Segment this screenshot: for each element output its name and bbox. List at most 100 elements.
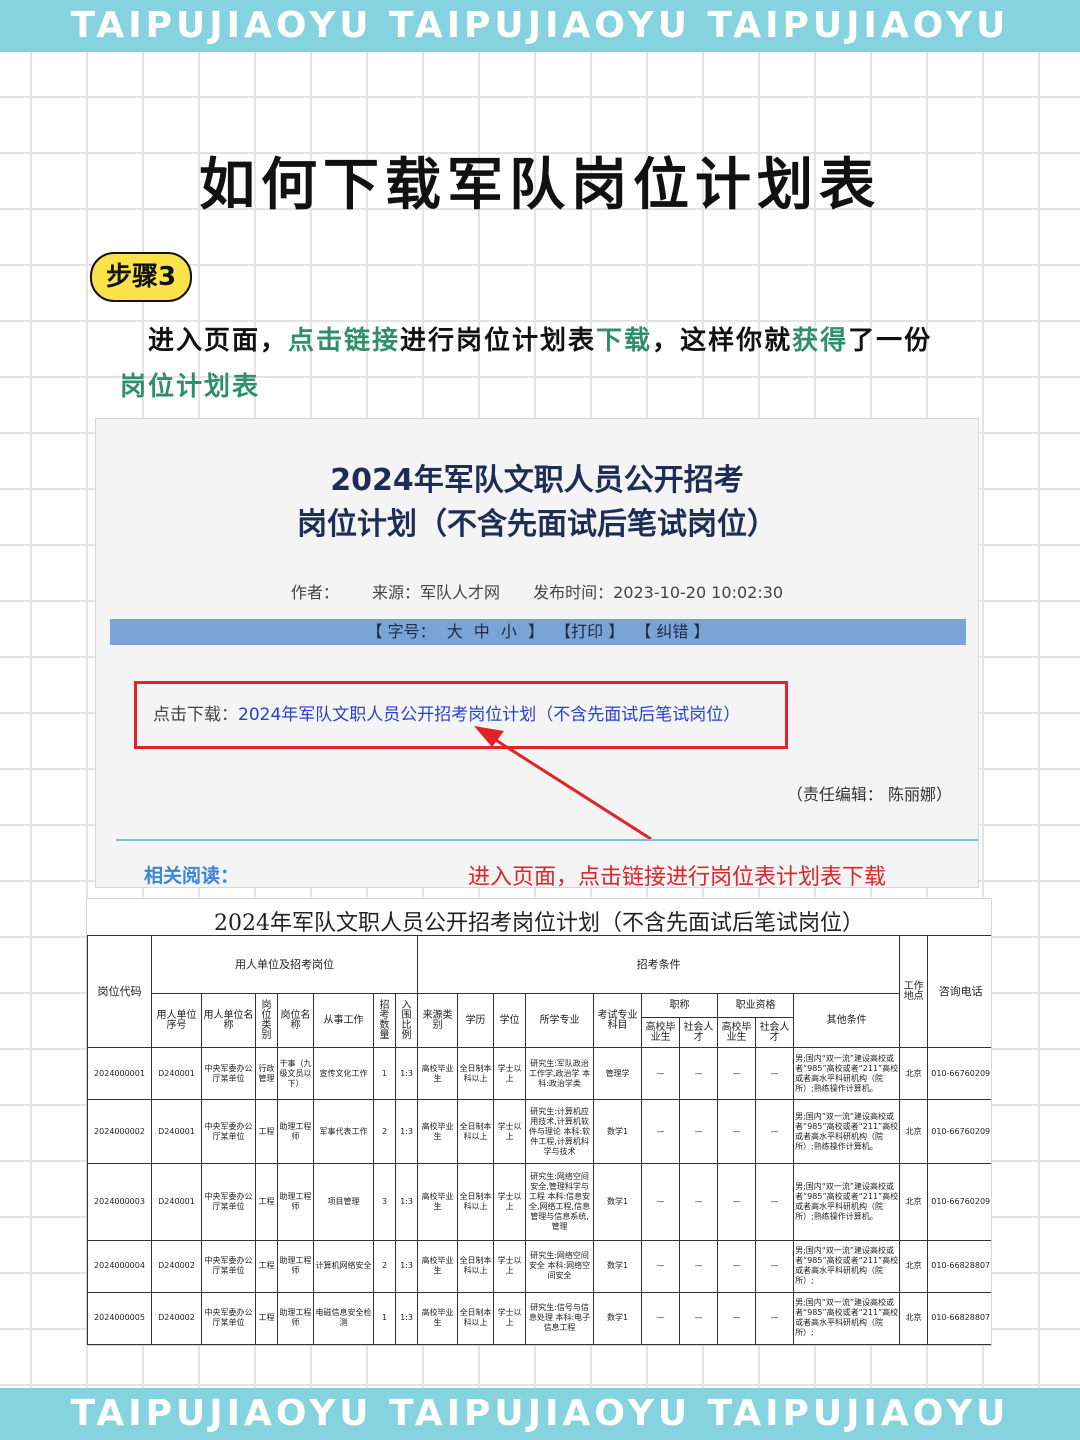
related-reading-label: 相关阅读： [144, 865, 240, 887]
top-banner: TAIPUJIAOYU TAIPUJIAOYU TAIPUJIAOYU [0, 0, 1080, 52]
font-size-label: 【 字号： [366, 622, 436, 641]
th-unit-group: 用人单位及招考岗位 [150, 935, 419, 994]
th-location: 工作地点 [899, 935, 929, 1048]
th-source: 来源类别 [417, 993, 459, 1048]
author-label: 作者： [290, 583, 339, 602]
cell-title-grad: — [641, 1239, 681, 1293]
instruction-text: 进入页面，点击链接进行岗位计划表下载，这样你就获得了一份 岗位计划表 [120, 318, 1000, 410]
th-unit-name: 用人单位名称 [201, 993, 256, 1048]
cell-unit-no: D240001 [151, 1163, 202, 1241]
table-row: 2024000003 D240001 中央军委办公厅某单位 工程 助理工程师 项… [87, 1163, 991, 1241]
cell-edu: 全日制本科以上 [457, 1291, 495, 1345]
cell-degree: 学士以上 [493, 1163, 527, 1241]
cell-ratio: 1:3 [394, 1291, 419, 1345]
article-screenshot: 2024年军队文职人员公开招考 岗位计划（不含先面试后笔试岗位） 作者： 来源：… [95, 418, 979, 890]
cell-count: 2 [373, 1099, 396, 1165]
instruction-part: 了一份 [848, 326, 933, 356]
cell-source: 高校毕业生 [417, 1046, 459, 1101]
cell-title-grad: — [641, 1046, 681, 1101]
cell-qual-social: — [755, 1291, 795, 1345]
cell-phone: 010-66760209 [927, 1163, 991, 1241]
cell-work: 项目管理 [313, 1163, 374, 1241]
cell-degree: 学士以上 [493, 1046, 527, 1101]
th-exam: 考试专业科目 [593, 993, 643, 1048]
cell-qual-grad: — [717, 1239, 757, 1293]
th-post-name: 岗位名称 [277, 993, 314, 1048]
instruction-part: ，这样你就 [652, 326, 793, 356]
cell-code: 2024000002 [87, 1099, 152, 1165]
cell-qual-grad: — [717, 1163, 757, 1241]
cell-source: 高校毕业生 [417, 1099, 459, 1165]
cell-exam: 数学1 [593, 1099, 643, 1165]
cell-unit-name: 中央军委办公厅某单位 [201, 1239, 256, 1293]
table-row: 2024000002 D240001 中央军委办公厅某单位 工程 助理工程师 军… [87, 1099, 991, 1165]
th-unit-no: 用人单位序号 [151, 993, 202, 1048]
instruction-highlight: 岗位计划表 [120, 372, 261, 402]
cell-source: 高校毕业生 [417, 1163, 459, 1241]
divider [116, 839, 978, 841]
cell-degree: 学士以上 [493, 1239, 527, 1293]
cell-phone: 010-66760209 [927, 1099, 991, 1165]
th-qual-group: 职业资格 [717, 993, 795, 1018]
print-link[interactable]: 【打印 】 [555, 622, 624, 641]
cell-unit-name: 中央军委办公厅某单位 [201, 1099, 256, 1165]
cell-code: 2024000001 [87, 1046, 152, 1101]
instruction-part: 进入页面， [148, 326, 289, 356]
cell-unit-name: 中央军委办公厅某单位 [201, 1163, 256, 1241]
cell-phone: 010-66760209 [927, 1046, 991, 1101]
cell-title-social: — [679, 1291, 719, 1345]
table-body: 2024000001 D240001 中央军委办公厅某单位 行政管理 干事（九级… [87, 1046, 991, 1345]
cell-qual-social: — [755, 1163, 795, 1241]
cell-count: 1 [373, 1291, 396, 1345]
cell-ratio: 1:3 [394, 1239, 419, 1293]
publish-time: 发布时间：2023-10-20 10:02:30 [533, 583, 784, 602]
correct-link[interactable]: 【 纠错 】 [635, 622, 709, 641]
source-text: 来源：军队人才网 [372, 583, 501, 602]
cell-exam: 数学1 [593, 1291, 643, 1345]
th-other: 其他条件 [793, 993, 901, 1048]
cell-qual-grad: — [717, 1046, 757, 1101]
article-meta: 作者： 来源：军队人才网 发布时间：2023-10-20 10:02:30 [96, 579, 978, 603]
cell-major: 研究生:信号与信息处理 本科:电子信息工程 [525, 1291, 595, 1345]
cell-qual-grad: — [717, 1291, 757, 1345]
cell-title-social: — [679, 1099, 719, 1165]
cell-title-social: — [679, 1239, 719, 1293]
article-toolbar: 【 字号： 大 中 小 】 【打印 】 【 纠错 】 [110, 619, 966, 645]
instruction-part: 进行岗位计划表 [400, 326, 597, 356]
th-qual-social: 社会人才 [755, 1017, 795, 1048]
cell-qual-grad: — [717, 1099, 757, 1165]
cell-other: 男;国内“双一流”建设高校或者“985”高校或者“211”高校或者高水平科研机构… [793, 1046, 901, 1101]
cell-post-type: 工程 [255, 1099, 278, 1165]
instruction-highlight: 获得 [792, 326, 849, 356]
cell-other: 男;国内“双一流”建设高校或者“985”高校或者“211”高校或者高水平科研机构… [793, 1291, 901, 1345]
cell-location: 北京 [899, 1291, 929, 1345]
th-post-type: 岗位类别 [255, 993, 278, 1048]
cell-unit-no: D240001 [151, 1099, 202, 1165]
cell-post-type: 工程 [255, 1291, 278, 1345]
cell-post-name: 助理工程师 [277, 1163, 314, 1241]
cell-post-type: 工程 [255, 1239, 278, 1293]
table-row: 2024000005 D240002 中央军委办公厅某单位 工程 助理工程师 电… [87, 1291, 991, 1345]
table-screenshot: 2024年军队文职人员公开招考岗位计划（不含先面试后笔试岗位） 岗位代码 用人单… [86, 898, 992, 1346]
cell-location: 北京 [899, 1239, 929, 1293]
step-badge: 步骤3 [90, 252, 192, 302]
cell-unit-no: D240002 [151, 1291, 202, 1345]
th-title-social: 社会人才 [679, 1017, 719, 1048]
th-title-group: 职称 [641, 993, 719, 1018]
cell-count: 3 [373, 1163, 396, 1241]
font-mid-link[interactable]: 中 [474, 622, 490, 641]
cell-unit-name: 中央军委办公厅某单位 [201, 1291, 256, 1345]
cell-post-name: 助理工程师 [277, 1291, 314, 1345]
cell-qual-social: — [755, 1239, 795, 1293]
cell-code: 2024000005 [87, 1291, 152, 1345]
cell-work: 宣传文化工作 [313, 1046, 374, 1101]
cell-major: 研究生:计算机应用技术,计算机软件与理论 本科:软件工程,计算机科学与技术 [525, 1099, 595, 1165]
font-small-link[interactable]: 小 [501, 622, 517, 641]
download-link[interactable]: 2024年军队文职人员公开招考岗位计划（不含先面试后笔试岗位） [238, 705, 740, 725]
cell-location: 北京 [899, 1046, 929, 1101]
cell-post-name: 干事（九级文员以下） [277, 1046, 314, 1101]
bottom-banner: TAIPUJIAOYU TAIPUJIAOYU TAIPUJIAOYU [0, 1388, 1080, 1440]
cell-phone: 010-66828807 [927, 1291, 991, 1345]
cell-edu: 全日制本科以上 [457, 1099, 495, 1165]
font-big-link[interactable]: 大 [447, 622, 463, 641]
